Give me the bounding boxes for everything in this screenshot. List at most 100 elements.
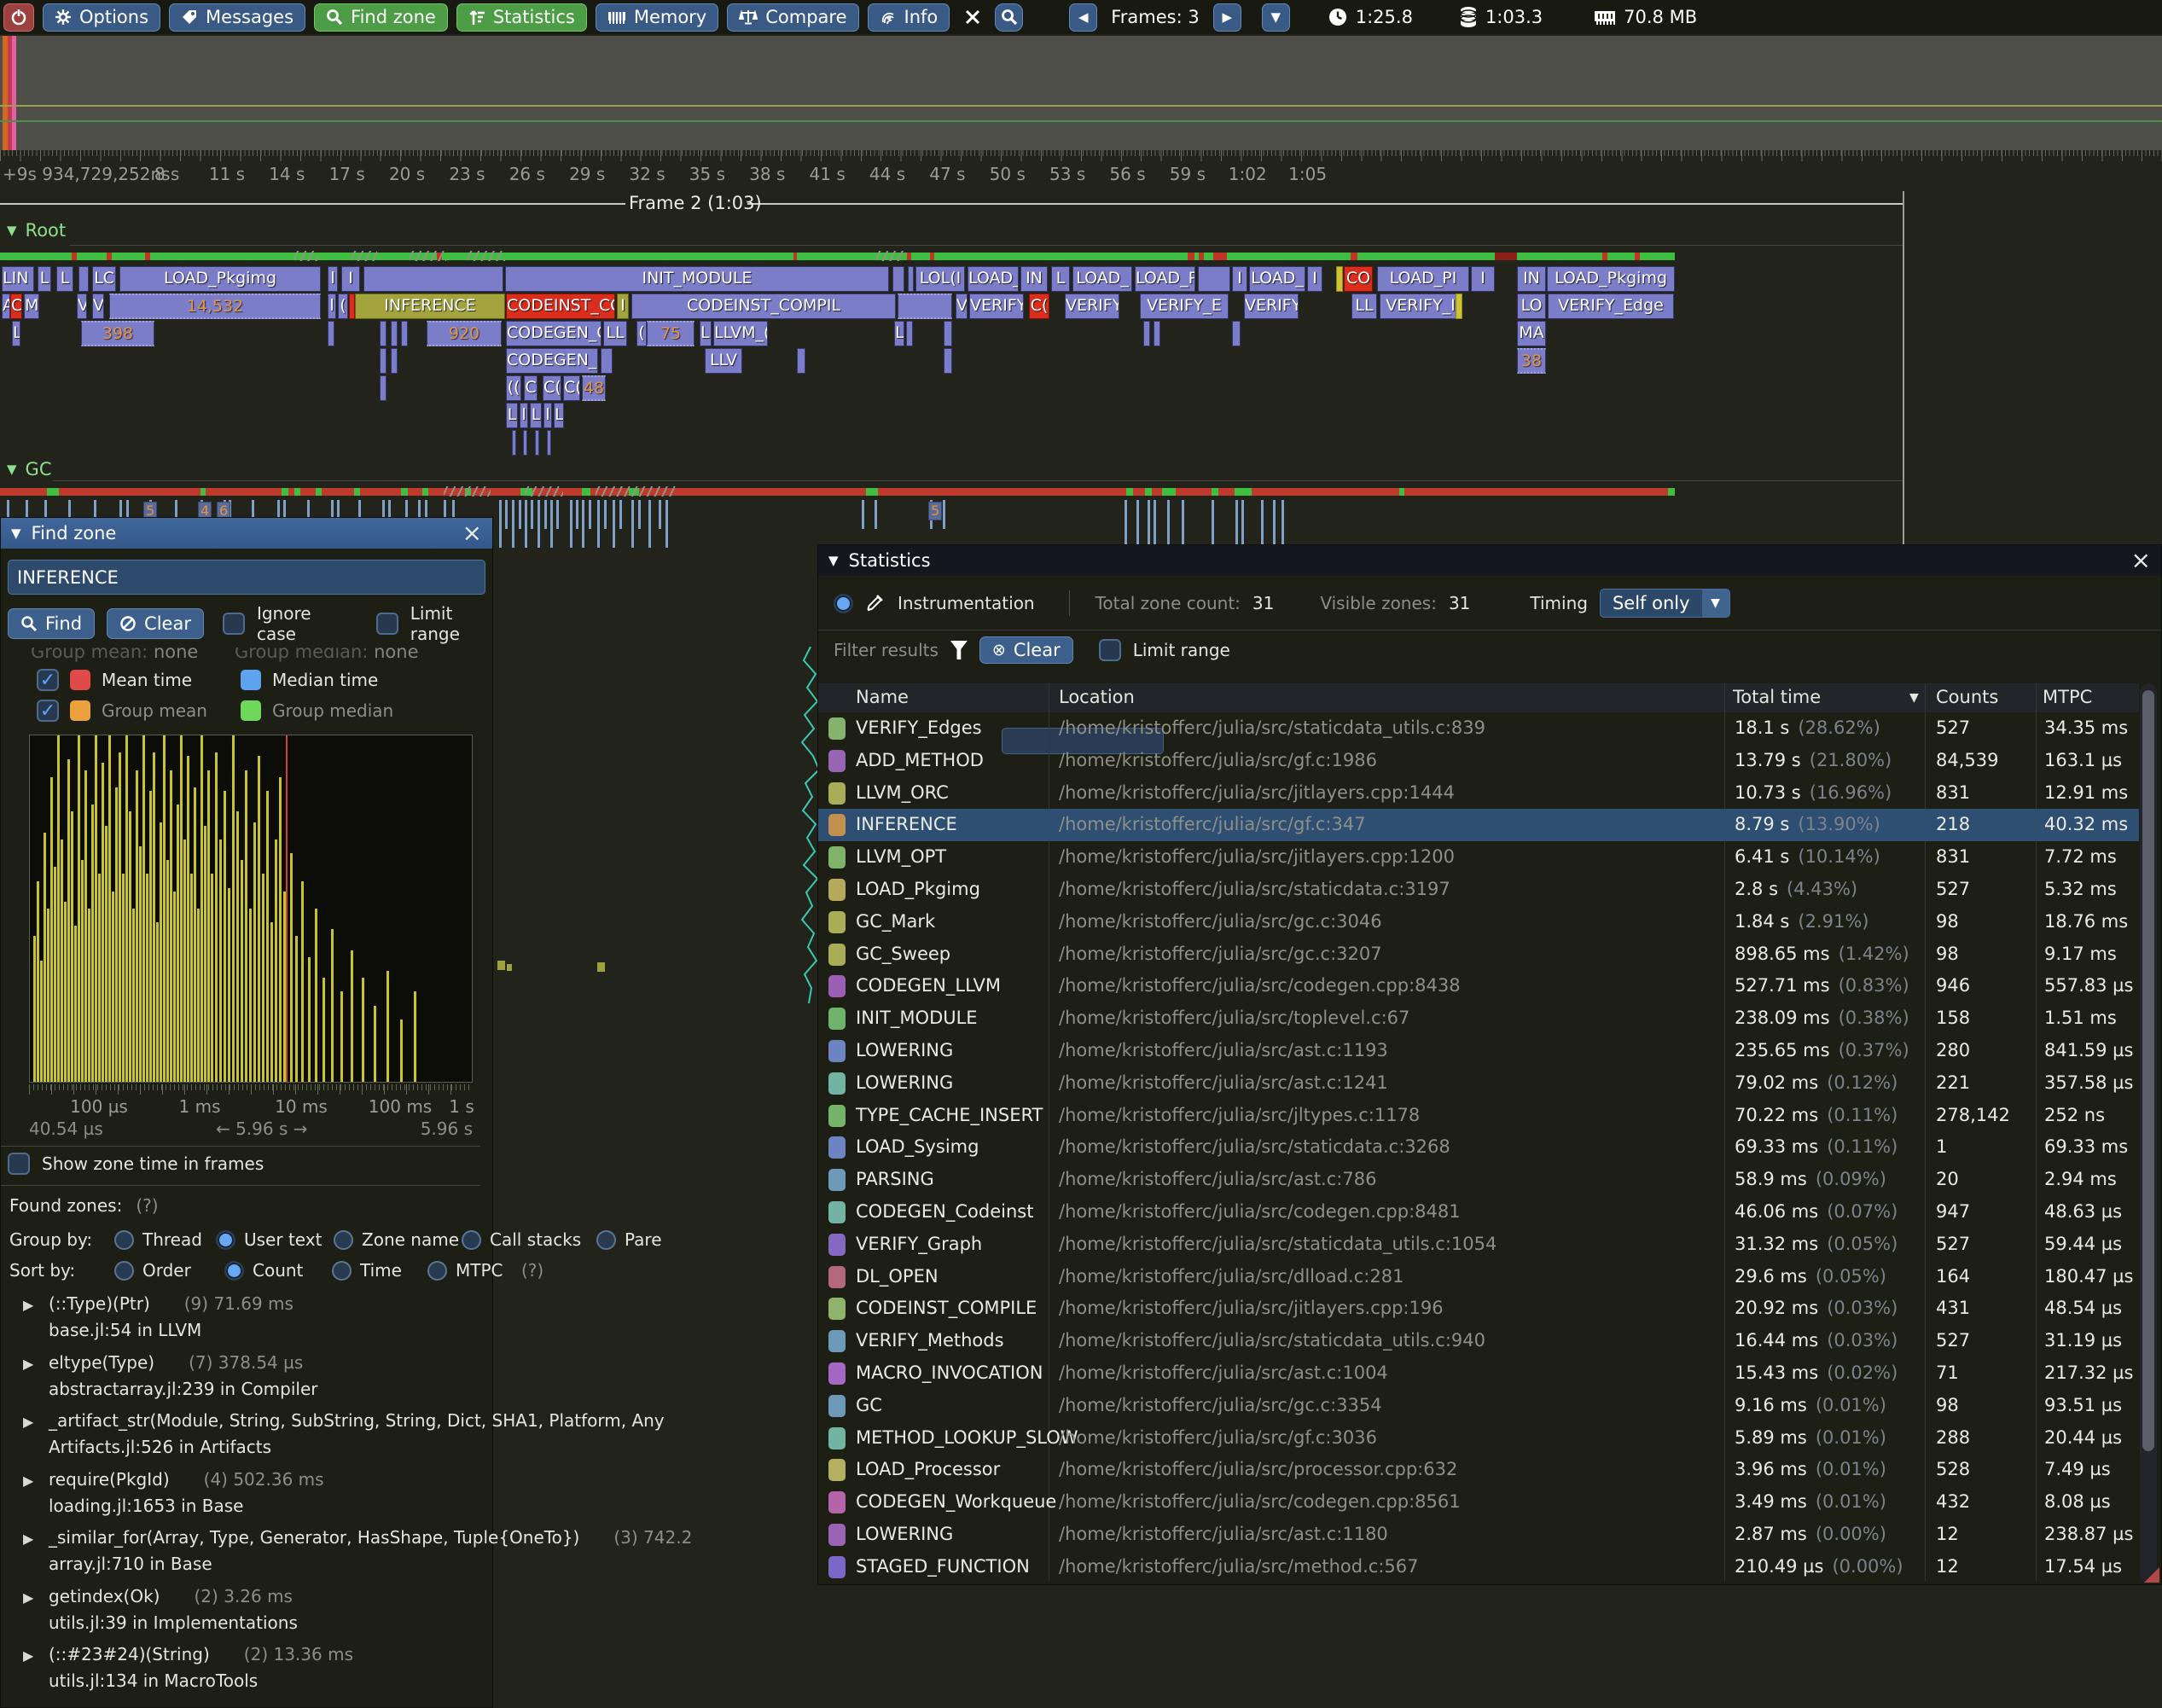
expand-arrow-icon[interactable]: ▶: [23, 1647, 49, 1664]
zone-l[interactable]: L: [530, 403, 542, 428]
zone-l[interactable]: L: [554, 403, 564, 428]
table-row[interactable]: ADD_METHOD/home/kristofferc/julia/src/gf…: [818, 745, 2139, 777]
table-row[interactable]: INIT_MODULE/home/kristofferc/julia/src/t…: [818, 1002, 2139, 1035]
fz-groupby-radio-user-text[interactable]: [216, 1230, 235, 1250]
expand-arrow-icon[interactable]: ▶: [23, 1297, 49, 1313]
zone[interactable]: [363, 266, 503, 292]
stats-limit-range-checkbox[interactable]: [1099, 639, 1121, 661]
expand-arrow-icon[interactable]: ▶: [23, 1589, 49, 1606]
zone-load-[interactable]: LOAD_: [1249, 266, 1305, 292]
zone-ll[interactable]: LL: [1351, 293, 1377, 319]
zone-load-pkgimg[interactable]: LOAD_Pkgimg: [1547, 266, 1675, 292]
zone-ll[interactable]: LL: [603, 321, 627, 346]
memory-button[interactable]: Memory: [596, 3, 718, 32]
zone[interactable]: 920: [427, 321, 502, 346]
zone-load-[interactable]: LOAD_: [968, 266, 1019, 292]
zone-i[interactable]: I: [1232, 266, 1247, 292]
frame-overview-strip[interactable]: [0, 36, 2162, 150]
gc-section-header[interactable]: ▼ GC: [7, 459, 51, 479]
table-row[interactable]: CODEGEN_Workqueue/home/kristofferc/julia…: [818, 1486, 2139, 1519]
zone-i[interactable]: I: [1307, 266, 1322, 292]
timeline-ruler[interactable]: +9s 934,729,252ns 8 s11 s14 s17 s20 s23 …: [0, 150, 2162, 184]
zone[interactable]: [601, 348, 613, 374]
zone[interactable]: [1456, 293, 1462, 319]
zone-m[interactable]: M: [24, 293, 39, 319]
zone[interactable]: [908, 266, 914, 292]
fz-sortby-radio-time[interactable]: [332, 1261, 352, 1281]
next-frame-button[interactable]: ▶: [1213, 3, 1241, 32]
zone-load-[interactable]: LOAD_: [1072, 266, 1132, 292]
zone-llv[interactable]: LLV: [705, 348, 742, 374]
zone-codeinst-compil[interactable]: CODEINST_COMPIL: [631, 293, 896, 319]
zone[interactable]: 398: [81, 321, 154, 346]
limit-range-checkbox[interactable]: [376, 613, 398, 635]
frame-select-button[interactable]: ▼: [1262, 3, 1290, 32]
zone-c-[interactable]: C(: [543, 375, 561, 401]
column-total-time[interactable]: Total time: [1733, 687, 1821, 707]
table-row[interactable]: CODEGEN_LLVM/home/kristofferc/julia/src/…: [818, 970, 2139, 1002]
timing-dropdown[interactable]: Self only ▼: [1600, 589, 1730, 618]
table-row[interactable]: GC/home/kristofferc/julia/src/gc.c:33549…: [818, 1390, 2139, 1422]
column-location[interactable]: Location: [1059, 687, 1135, 707]
funnel-icon[interactable]: [950, 641, 968, 659]
zone[interactable]: [1143, 321, 1150, 346]
column-name[interactable]: Name: [856, 687, 909, 707]
column-mtpc[interactable]: MTPC: [2043, 687, 2092, 707]
zone-l[interactable]: L: [894, 321, 904, 346]
zone-i[interactable]: I: [341, 266, 360, 292]
fz-groupby-radio-thread[interactable]: [114, 1230, 134, 1250]
zone-llvm-[interactable]: LLVM_(: [713, 321, 768, 346]
table-row[interactable]: MACRO_INVOCATION/home/kristofferc/julia/…: [818, 1357, 2139, 1390]
zone[interactable]: 14,532: [109, 293, 321, 319]
zone-l[interactable]: l: [328, 266, 338, 292]
zone[interactable]: [1198, 266, 1230, 292]
zone[interactable]: [78, 266, 89, 292]
fz-groupby-radio-pare[interactable]: [596, 1230, 616, 1250]
table-row[interactable]: METHOD_LOOKUP_SLOW/home/kristofferc/juli…: [818, 1422, 2139, 1455]
find-zone-button[interactable]: Find zone: [314, 3, 448, 32]
sort-descending-icon[interactable]: ▼: [1909, 691, 1919, 705]
zone[interactable]: [512, 430, 516, 456]
root-collapse-icon[interactable]: ▼: [7, 223, 17, 238]
info-button[interactable]: Info: [868, 3, 950, 32]
zone[interactable]: [401, 321, 408, 346]
zone-codegen-l[interactable]: CODEGEN_L: [506, 348, 598, 374]
table-row[interactable]: LOAD_Pkgimg/home/kristofferc/julia/src/s…: [818, 874, 2139, 906]
zone--[interactable]: (: [636, 321, 647, 346]
table-row[interactable]: GC_Mark/home/kristofferc/julia/src/gc.c:…: [818, 906, 2139, 938]
zone-v[interactable]: V: [77, 293, 87, 319]
zone-verify-edge[interactable]: VERIFY_Edge: [1548, 293, 1674, 319]
zone-a[interactable]: A: [2, 293, 10, 319]
ignore-case-checkbox[interactable]: [223, 613, 245, 635]
found-zone-item[interactable]: ▶(::#23#24)(String)(2) 13.36 ms: [23, 1644, 353, 1664]
expand-arrow-icon[interactable]: ▶: [23, 1414, 49, 1430]
table-row[interactable]: STAGED_FUNCTION/home/kristofferc/julia/s…: [818, 1551, 2139, 1583]
zone[interactable]: [1154, 321, 1160, 346]
zone-lol-i[interactable]: LOL(I: [915, 266, 965, 292]
table-row[interactable]: CODEGEN_Codeinst/home/kristofferc/julia/…: [818, 1196, 2139, 1229]
legend-checkbox[interactable]: [37, 700, 59, 722]
expand-arrow-icon[interactable]: ▶: [23, 1356, 49, 1372]
stats-scrollbar-thumb[interactable]: [2142, 690, 2154, 1451]
statistics-collapse-icon[interactable]: ▼: [828, 553, 839, 568]
zone-v[interactable]: V: [92, 293, 104, 319]
zone[interactable]: [944, 348, 952, 374]
zone[interactable]: [380, 348, 386, 374]
table-row[interactable]: VERIFY_Graph/home/kristofferc/julia/src/…: [818, 1229, 2139, 1261]
zone[interactable]: [328, 321, 334, 346]
zone-verify-e[interactable]: VERIFY_E: [1140, 293, 1229, 319]
zone[interactable]: [898, 293, 952, 319]
zone-in[interactable]: IN: [1517, 266, 1546, 292]
messages-button[interactable]: Messages: [169, 3, 305, 32]
zone[interactable]: 48: [582, 375, 606, 401]
zone-l[interactable]: l: [520, 403, 528, 428]
fz-groupby-radio-zone-name[interactable]: [334, 1230, 353, 1250]
expand-arrow-icon[interactable]: ▶: [23, 1473, 49, 1489]
zone-inference[interactable]: INFERENCE: [355, 293, 505, 319]
zone-lo[interactable]: LO: [1517, 293, 1546, 319]
zone-lin-l[interactable]: LIN L: [2, 266, 34, 292]
show-zone-time-checkbox[interactable]: [8, 1153, 30, 1175]
table-row[interactable]: LOAD_Sysimg/home/kristofferc/julia/src/s…: [818, 1131, 2139, 1164]
zone[interactable]: [1336, 266, 1343, 292]
clear-button[interactable]: Clear: [107, 608, 204, 639]
